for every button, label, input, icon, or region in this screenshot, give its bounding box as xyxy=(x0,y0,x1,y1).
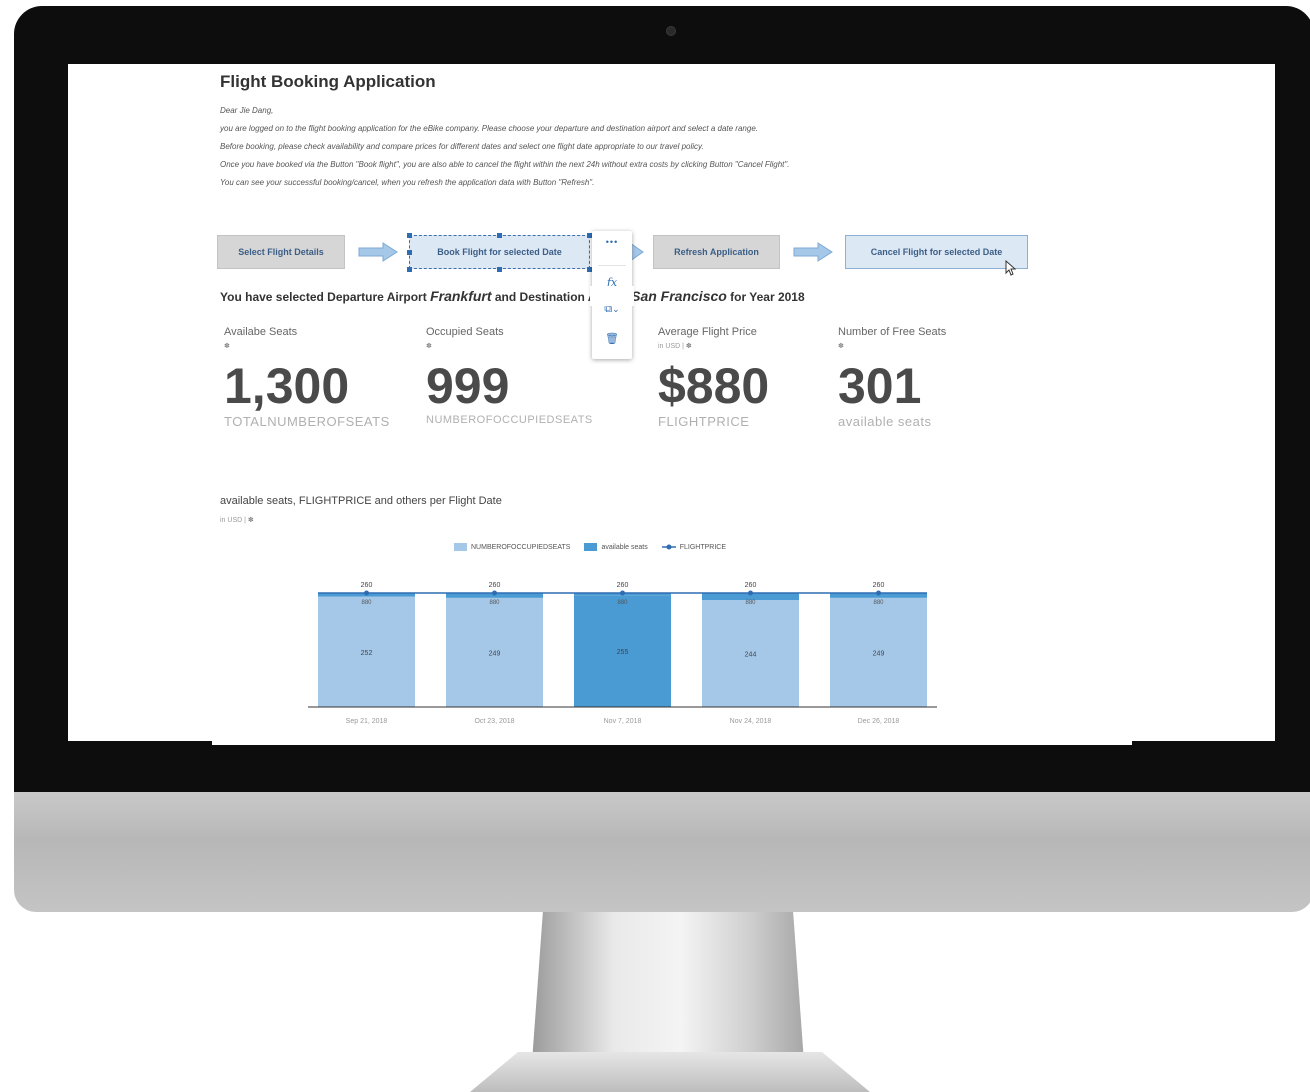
bar-total-label: 260 xyxy=(617,582,629,589)
camera-icon xyxy=(666,26,676,36)
monitor-stand xyxy=(532,912,804,1062)
screen-edge xyxy=(212,741,1132,745)
price-point xyxy=(748,590,753,596)
price-value-label: 880 xyxy=(617,600,628,606)
bar-total-label: 260 xyxy=(489,582,501,589)
x-tick-label: Dec 26, 2018 xyxy=(858,718,900,725)
price-value-label: 880 xyxy=(489,600,500,606)
price-point xyxy=(876,590,881,596)
bar-total-label: 260 xyxy=(745,582,757,589)
app-screen: Flight Booking Application Dear Jie Dang… xyxy=(68,64,1275,741)
price-value-label: 880 xyxy=(745,600,756,606)
monitor-stand-base xyxy=(470,1052,870,1092)
bar-value-label: 249 xyxy=(489,650,501,657)
x-tick-label: Nov 7, 2018 xyxy=(604,718,642,725)
price-value-label: 880 xyxy=(361,600,372,606)
monitor-chin xyxy=(14,792,1310,912)
x-tick-label: Sep 21, 2018 xyxy=(346,718,388,725)
price-point xyxy=(364,590,369,596)
bar-total-label: 260 xyxy=(873,582,885,589)
bar-value-label: 249 xyxy=(873,650,885,657)
price-point xyxy=(620,590,625,596)
combo-chart: 252 260 880 Sep 21, 2018 249 260 880 Oct 23, 20… xyxy=(308,582,937,725)
x-tick-label: Oct 23, 2018 xyxy=(474,718,514,725)
bar-value-label: 244 xyxy=(745,652,757,659)
bar-total-label: 260 xyxy=(361,582,373,589)
price-point xyxy=(492,590,497,596)
bar-value-label: 252 xyxy=(361,650,373,657)
price-value-label: 880 xyxy=(873,600,884,606)
bar-value-label: 255 xyxy=(617,649,629,656)
x-tick-label: Nov 24, 2018 xyxy=(730,718,772,725)
